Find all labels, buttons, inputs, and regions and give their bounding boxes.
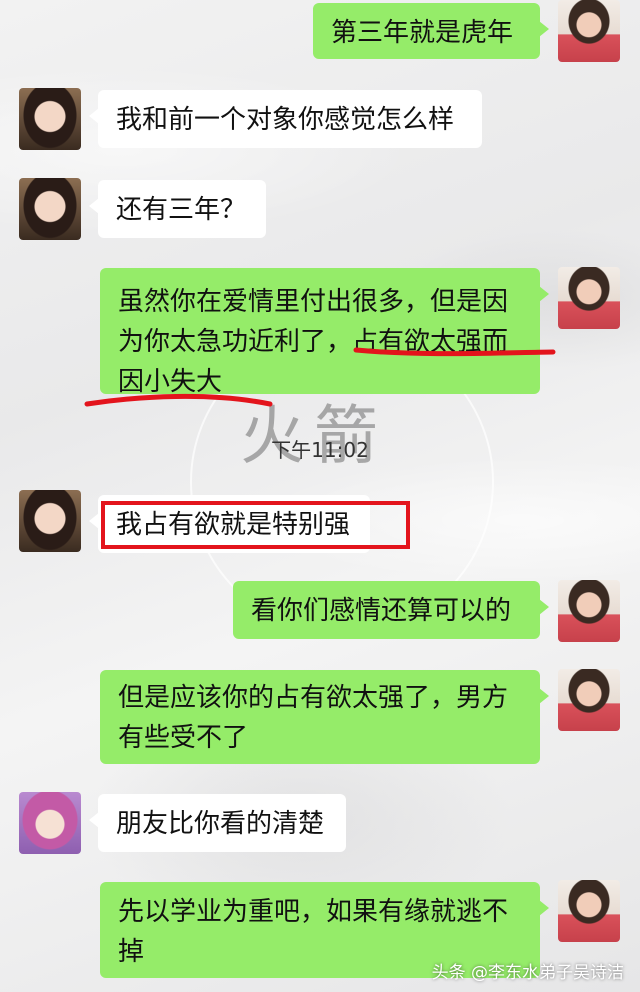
avatar-contact-anime[interactable]: [19, 792, 81, 854]
message-bubble-received[interactable]: 我和前一个对象你感觉怎么样: [89, 90, 482, 148]
message-text-line: 但是应该你的占有欲太强了，男方: [118, 683, 509, 713]
message-text-line: 虽然你在爱情里付出很多，但是因: [118, 287, 509, 317]
avatar-self[interactable]: [558, 267, 620, 329]
message-text-line: 因小失大: [118, 367, 223, 397]
avatar-self[interactable]: [558, 669, 620, 731]
message-text: 看你们感情还算可以的: [251, 596, 512, 626]
message-text: 我和前一个对象你感觉怎么样: [116, 105, 455, 135]
avatar-self[interactable]: [558, 580, 620, 642]
avatar-self[interactable]: [558, 0, 620, 62]
red-highlight-box: [101, 501, 410, 549]
message-bubble-sent[interactable]: 但是应该你的占有欲太强了，男方 有些受不了: [100, 670, 549, 764]
message-bubble-received[interactable]: 还有三年？: [89, 180, 266, 238]
message-bubble-received[interactable]: 朋友比你看的清楚: [89, 794, 346, 852]
message-bubble-sent[interactable]: 虽然你在爱情里付出很多，但是因 为你太急功近利了，占有欲太强而 因小失大: [100, 268, 549, 397]
avatar-contact[interactable]: [19, 178, 81, 240]
message-text: 朋友比你看的清楚: [116, 809, 325, 839]
message-text: 还有三年？: [116, 195, 247, 225]
message-text-line: 有些受不了: [118, 723, 249, 753]
timestamp: 下午11:02: [271, 438, 369, 462]
message-bubble-sent[interactable]: 第三年就是虎年: [313, 3, 549, 59]
avatar-contact[interactable]: [19, 88, 81, 150]
message-text-line: 为你太急功近利了，占有欲太强而: [118, 327, 509, 357]
avatar-contact[interactable]: [19, 490, 81, 552]
message-text: 第三年就是虎年: [331, 18, 514, 48]
message-text-line: 先以学业为重吧，如果有缘就逃不: [118, 897, 509, 927]
message-bubble-sent[interactable]: 看你们感情还算可以的: [233, 581, 549, 639]
source-watermark: 头条 @李东水弟子吴诗洁: [431, 963, 624, 983]
avatar-self[interactable]: [558, 880, 620, 942]
